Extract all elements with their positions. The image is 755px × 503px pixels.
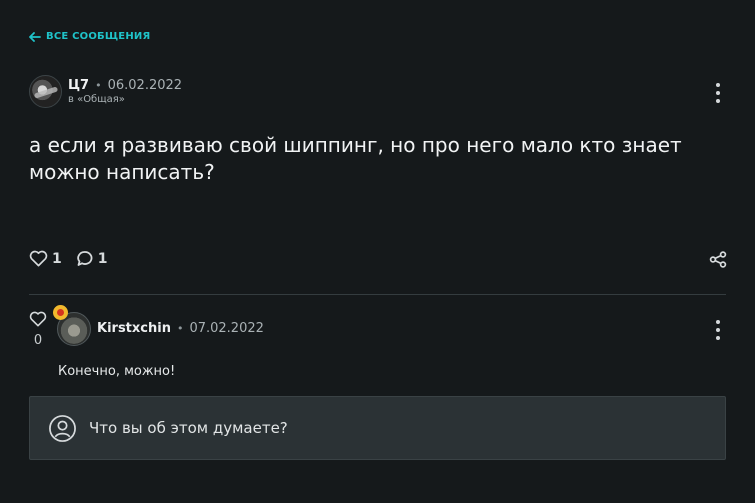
comment-date: 07.02.2022 (189, 321, 264, 336)
post-more-options-icon[interactable] (714, 83, 722, 103)
post-like-button[interactable]: 1 (29, 250, 62, 267)
comment-meta: Kirstxchin • 07.02.2022 (97, 321, 264, 336)
heart-icon (29, 311, 47, 327)
share-icon (709, 251, 727, 268)
post-like-count: 1 (52, 250, 62, 267)
back-to-all-messages-link[interactable]: ВСЕ СООБЩЕНИЯ (29, 31, 150, 42)
post-author-name[interactable]: Ц7 (68, 78, 89, 93)
arrow-left-icon (29, 31, 41, 42)
comment-author-name[interactable]: Kirstxchin (97, 321, 171, 336)
share-button[interactable] (709, 251, 727, 272)
post-actions: 1 1 (29, 250, 122, 267)
post-body: а если я развиваю свой шиппинг, но про н… (29, 133, 682, 184)
comment-icon (77, 251, 93, 266)
divider (29, 294, 726, 295)
post-meta: Ц7 • 06.02.2022 в «Общая» (68, 78, 182, 105)
badge-icon (53, 305, 68, 320)
post-comment-count: 1 (97, 250, 108, 267)
post-header: Ц7 • 06.02.2022 в «Общая» (29, 75, 182, 108)
reply-input[interactable]: Что вы об этом думаете? (29, 396, 726, 460)
comment-body: Конечно, можно! (58, 364, 176, 379)
user-avatar-icon (49, 414, 76, 442)
reply-placeholder: Что вы об этом думаете? (89, 419, 288, 437)
comment-more-options-icon[interactable] (714, 320, 722, 340)
post-author-avatar[interactable] (29, 75, 62, 108)
back-link-label: ВСЕ СООБЩЕНИЯ (46, 31, 151, 42)
meta-separator: • (176, 322, 184, 335)
comment-like-button[interactable]: 0 (29, 311, 47, 348)
comment-author-avatar[interactable] (53, 305, 92, 347)
meta-separator: • (95, 79, 102, 92)
heart-icon (29, 250, 48, 267)
post-category[interactable]: в «Общая» (68, 94, 182, 105)
post-comment-button[interactable]: 1 (76, 250, 108, 267)
post-date: 06.02.2022 (107, 78, 183, 93)
comment-like-count: 0 (33, 333, 43, 348)
